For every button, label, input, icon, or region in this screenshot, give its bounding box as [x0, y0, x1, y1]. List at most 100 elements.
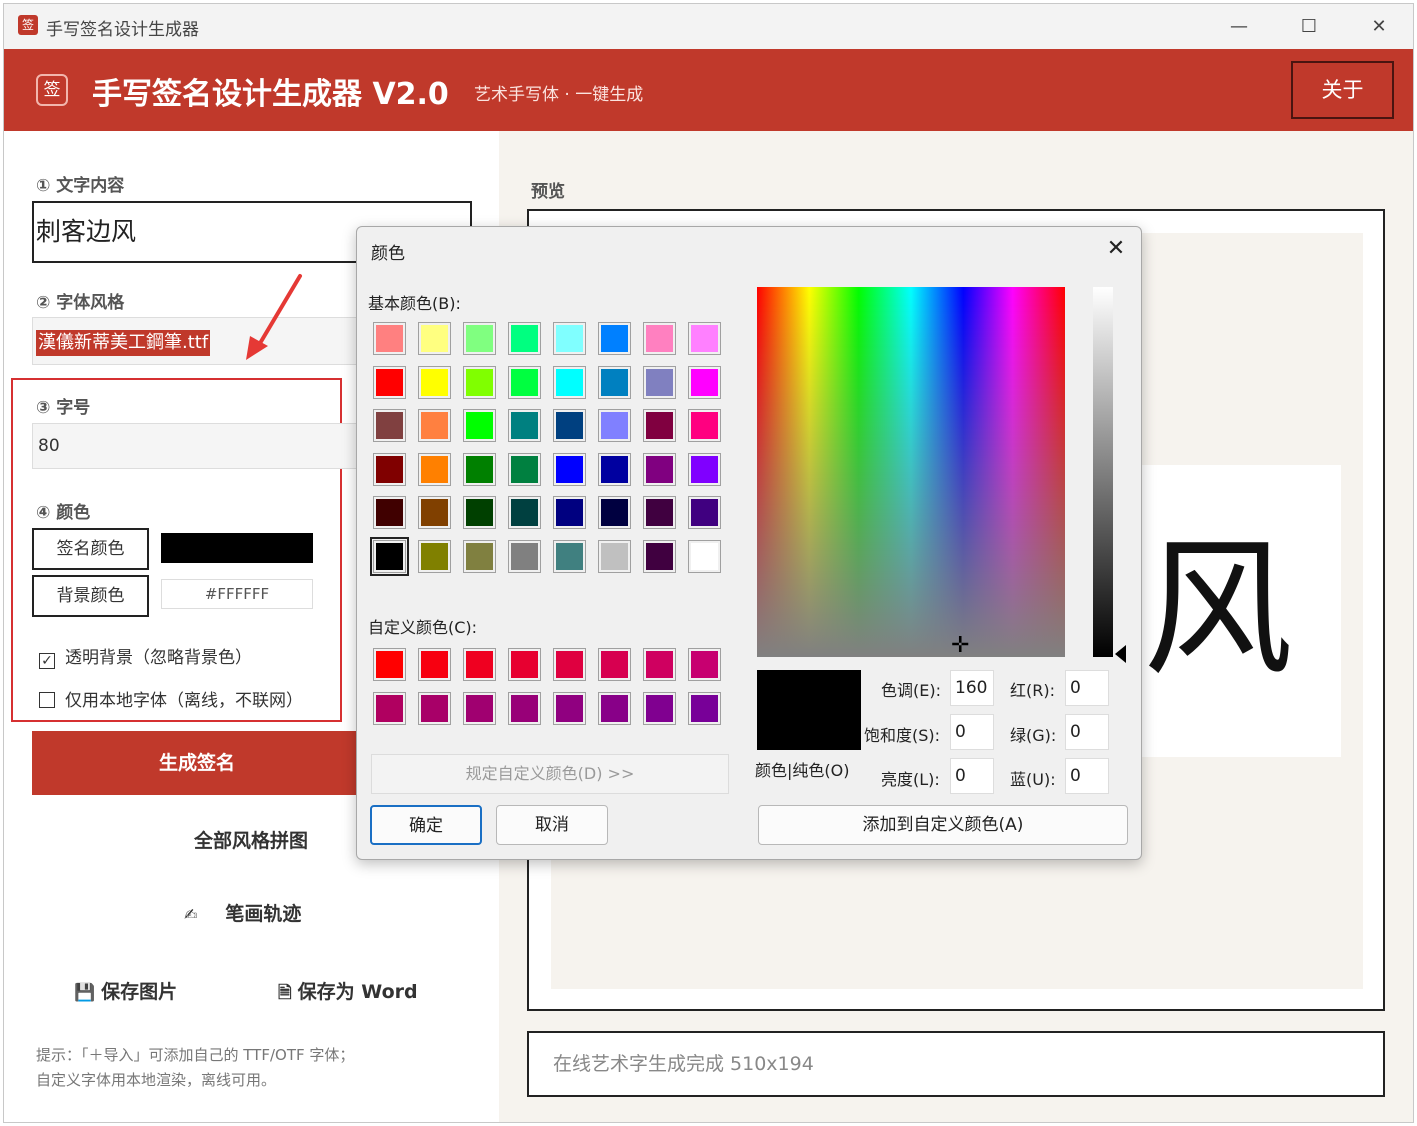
local-font-checkbox[interactable]: 仅用本地字体（离线，不联网）: [39, 686, 303, 711]
custom-color-swatch[interactable]: [463, 648, 496, 681]
basic-color-swatch[interactable]: [688, 365, 721, 399]
cancel-button[interactable]: 取消: [496, 805, 608, 845]
close-window-button[interactable]: ✕: [1344, 4, 1413, 49]
basic-color-swatch[interactable]: [688, 496, 721, 529]
custom-color-swatch[interactable]: [688, 691, 721, 725]
custom-color-swatch[interactable]: [373, 648, 406, 681]
custom-color-swatch[interactable]: [688, 648, 721, 681]
bg-color-button[interactable]: 背景颜色: [32, 575, 149, 617]
basic-color-swatch[interactable]: [463, 365, 496, 399]
basic-color-swatch[interactable]: [553, 452, 586, 486]
basic-color-swatch[interactable]: [373, 322, 406, 355]
saturation-input[interactable]: 0: [950, 714, 994, 750]
checkbox-unchecked-icon: [39, 692, 55, 708]
about-button[interactable]: 关于: [1291, 61, 1394, 119]
custom-color-swatch[interactable]: [598, 691, 631, 725]
basic-color-swatch[interactable]: [643, 496, 676, 529]
basic-color-swatch[interactable]: [643, 539, 676, 573]
hint-text: 提示：「＋导入」可添加自己的 TTF/OTF 字体； 自定义字体用本地渲染，离线…: [36, 1043, 354, 1093]
text-content-label: ① 文字内容: [36, 176, 125, 196]
green-input[interactable]: 0: [1065, 714, 1109, 750]
custom-color-swatch[interactable]: [373, 691, 406, 725]
basic-color-swatch[interactable]: [688, 322, 721, 355]
luminance-input[interactable]: 0: [950, 758, 994, 794]
custom-color-swatch[interactable]: [508, 648, 541, 681]
custom-color-swatch[interactable]: [508, 691, 541, 725]
basic-color-swatch[interactable]: [688, 409, 721, 442]
minimize-button[interactable]: —: [1204, 4, 1274, 49]
basic-color-swatch[interactable]: [643, 322, 676, 355]
font-style-select[interactable]: 漢儀新蒂美工鋼筆.ttf: [32, 317, 362, 365]
basic-color-swatch[interactable]: [598, 539, 631, 573]
transparent-bg-checkbox[interactable]: ✓ 透明背景（忽略背景色）: [39, 643, 252, 669]
basic-color-swatch[interactable]: [643, 409, 676, 442]
sign-color-button[interactable]: 签名颜色: [32, 528, 149, 570]
basic-color-swatch[interactable]: [643, 452, 676, 486]
custom-color-swatch[interactable]: [463, 691, 496, 725]
maximize-button[interactable]: ☐: [1274, 4, 1344, 49]
basic-color-swatch[interactable]: [508, 322, 541, 355]
custom-color-swatch[interactable]: [643, 691, 676, 725]
basic-color-swatch[interactable]: [598, 496, 631, 529]
add-custom-color-button[interactable]: 添加到自定义颜色(A): [758, 805, 1128, 845]
basic-color-swatch[interactable]: [373, 365, 406, 399]
custom-color-swatch[interactable]: [643, 648, 676, 681]
color-spectrum[interactable]: ✛: [757, 287, 1065, 657]
basic-color-swatch[interactable]: [463, 322, 496, 355]
sign-color-swatch[interactable]: [161, 533, 313, 563]
custom-color-swatch[interactable]: [553, 691, 586, 725]
basic-color-swatch[interactable]: [373, 496, 406, 529]
stroke-trace-button[interactable]: ✍ 笔画轨迹: [184, 899, 301, 926]
basic-color-swatch[interactable]: [688, 452, 721, 486]
all-styles-button[interactable]: 全部风格拼图: [194, 826, 308, 853]
basic-color-swatch[interactable]: [373, 409, 406, 442]
basic-colors-label: 基本颜色(B):: [368, 294, 461, 313]
basic-color-swatch[interactable]: [553, 496, 586, 529]
blue-input[interactable]: 0: [1065, 758, 1109, 794]
basic-color-swatch[interactable]: [598, 322, 631, 355]
luminance-slider[interactable]: [1093, 287, 1113, 657]
basic-color-swatch[interactable]: [553, 322, 586, 355]
basic-color-swatch[interactable]: [370, 536, 409, 576]
font-size-input[interactable]: 80: [32, 423, 362, 469]
basic-color-swatch[interactable]: [508, 409, 541, 442]
basic-color-swatch[interactable]: [508, 452, 541, 486]
basic-color-swatch[interactable]: [463, 496, 496, 529]
basic-color-swatch[interactable]: [418, 322, 451, 355]
basic-color-swatch[interactable]: [598, 452, 631, 486]
save-image-button[interactable]: 💾 保存图片: [74, 977, 177, 1004]
red-input[interactable]: 0: [1065, 670, 1109, 706]
basic-color-swatch[interactable]: [418, 365, 451, 399]
basic-color-swatch[interactable]: [463, 539, 496, 573]
basic-color-swatch[interactable]: [508, 539, 541, 573]
basic-color-swatch[interactable]: [418, 496, 451, 529]
hue-input[interactable]: 160: [950, 670, 994, 706]
basic-color-swatch[interactable]: [463, 452, 496, 486]
stroke-trace-label: 笔画轨迹: [225, 903, 302, 925]
dialog-close-button[interactable]: ✕: [1099, 233, 1133, 265]
basic-color-swatch[interactable]: [508, 365, 541, 399]
custom-color-swatch[interactable]: [418, 648, 451, 681]
basic-color-swatch[interactable]: [553, 539, 586, 573]
generate-button[interactable]: 生成签名: [32, 731, 362, 795]
basic-color-swatch[interactable]: [553, 409, 586, 442]
basic-color-swatch[interactable]: [598, 365, 631, 399]
basic-color-swatch[interactable]: [373, 452, 406, 486]
basic-color-swatch[interactable]: [463, 409, 496, 442]
custom-color-swatch[interactable]: [598, 648, 631, 681]
custom-color-swatch[interactable]: [418, 691, 451, 725]
save-word-button[interactable]: 🗎 保存为 Word: [278, 977, 418, 1009]
basic-color-swatch[interactable]: [643, 365, 676, 399]
crosshair-icon: ✛: [951, 633, 970, 658]
font-size-label: ③ 字号: [36, 398, 91, 418]
basic-color-swatch[interactable]: [598, 409, 631, 442]
custom-color-swatch[interactable]: [553, 648, 586, 681]
basic-color-swatch[interactable]: [508, 496, 541, 529]
basic-color-swatch[interactable]: [418, 539, 451, 573]
ok-button[interactable]: 确定: [370, 805, 482, 845]
basic-color-swatch[interactable]: [418, 409, 451, 442]
luminance-pointer-icon[interactable]: [1115, 645, 1126, 663]
basic-color-swatch[interactable]: [553, 365, 586, 399]
basic-color-swatch[interactable]: [688, 539, 721, 573]
basic-color-swatch[interactable]: [418, 452, 451, 486]
